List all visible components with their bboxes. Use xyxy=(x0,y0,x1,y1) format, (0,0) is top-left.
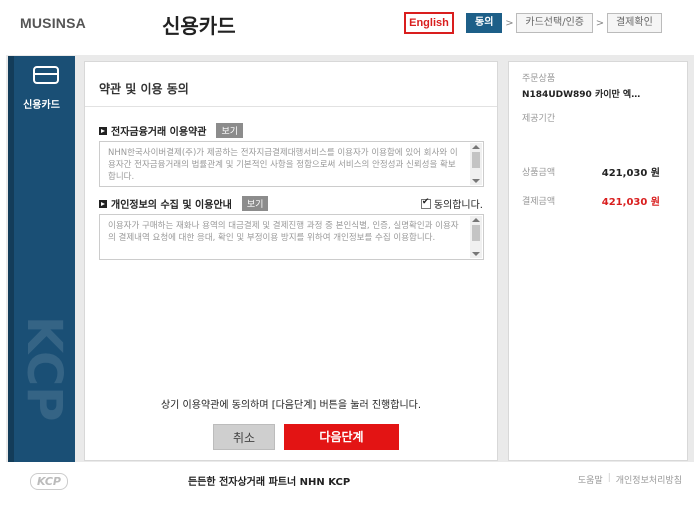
sidebar: 신용카드 KCP xyxy=(8,56,75,462)
scroll-up-icon[interactable] xyxy=(472,145,480,149)
proceed-notice: 상기 이용약관에 동의하며 [다음단계] 버튼을 눌러 진행합니다. xyxy=(160,400,422,411)
view-privacy-button[interactable]: 보기 xyxy=(241,196,269,211)
agree-checkbox[interactable]: 동의합니다. xyxy=(420,196,483,211)
price-value: 421,030 원 xyxy=(601,168,660,179)
view-terms-button[interactable]: 보기 xyxy=(216,123,244,138)
cancel-button[interactable]: 취소 xyxy=(213,424,275,450)
terms-text: NHN한국사이버결제(주)가 제공하는 전자지급결제대행서비스를 이용자가 이용… xyxy=(108,148,458,182)
bullet-icon xyxy=(99,199,107,208)
footer: KCP 든든한 전자상거래 파트너 NHN KCP 도움말 | 개인정보처리방침 xyxy=(0,462,698,506)
scroll-down-icon[interactable] xyxy=(472,179,480,183)
scrollbar[interactable] xyxy=(470,216,482,258)
step-card-select: 카드선택/인증 xyxy=(516,13,593,33)
agree-label: 동의합니다. xyxy=(433,200,483,211)
english-button[interactable]: English xyxy=(404,12,454,34)
section-title: 전자금융거래 이용약관 xyxy=(111,127,207,138)
help-link[interactable]: 도움말 xyxy=(578,473,603,486)
credit-card-icon xyxy=(33,66,59,84)
pay-value: 421,030 원 xyxy=(601,197,660,208)
next-step-button[interactable]: 다음단계 xyxy=(284,424,399,450)
product-name: N184UDW890 카이만 엑… xyxy=(522,90,641,100)
footer-links: 도움말 | 개인정보처리방침 xyxy=(578,473,682,486)
order-label: 주문상품 xyxy=(522,74,556,84)
step-agree: 동의 xyxy=(466,13,503,33)
pay-label: 결제금액 xyxy=(522,197,556,207)
header: MUSINSA 신용카드 English 동의 > 카드선택/인증 > 결제확인 xyxy=(0,0,698,48)
section-title: 개인정보의 수집 및 이용안내 xyxy=(111,200,232,211)
brand-name: MUSINSA xyxy=(20,15,86,31)
section-ecommerce-terms: 전자금융거래 이용약관 보기 xyxy=(99,123,244,138)
terms-title: 약관 및 이용 동의 xyxy=(99,82,189,96)
step-confirm: 결제확인 xyxy=(606,13,662,33)
period-label: 제공기간 xyxy=(522,114,556,124)
divider xyxy=(85,106,497,107)
bullet-icon xyxy=(99,126,107,135)
sidebar-label: 신용카드 xyxy=(23,100,60,111)
page-title: 신용카드 xyxy=(162,14,236,38)
privacy-policy-link[interactable]: 개인정보처리방침 xyxy=(616,473,682,486)
footer-slogan: 든든한 전자상거래 파트너 NHN KCP xyxy=(188,477,351,488)
terms-textbox[interactable]: NHN한국사이버결제(주)가 제공하는 전자지급결제대행서비스를 이용자가 이용… xyxy=(99,141,484,187)
order-summary: 주문상품 N184UDW890 카이만 엑… 제공기간 상품금액 421,030… xyxy=(508,61,688,461)
step-arrow-icon: > xyxy=(505,17,514,29)
link-separator: | xyxy=(607,473,611,483)
step-arrow-icon: > xyxy=(595,17,605,29)
scroll-thumb[interactable] xyxy=(472,152,480,168)
scroll-thumb[interactable] xyxy=(472,225,480,241)
step-indicator: 동의 > 카드선택/인증 > 결제확인 xyxy=(466,13,662,33)
scroll-up-icon[interactable] xyxy=(472,218,480,222)
kcp-logo: KCP xyxy=(30,473,68,490)
privacy-textbox[interactable]: 이용자가 구매하는 재화나 용역의 대금결제 및 결제진행 과정 중 본인식별,… xyxy=(99,214,484,260)
sidebar-stripe xyxy=(8,56,14,462)
kcp-watermark: KCP xyxy=(16,316,72,422)
section-privacy: 개인정보의 수집 및 이용안내 보기 xyxy=(99,196,269,211)
scroll-down-icon[interactable] xyxy=(472,252,480,256)
price-label: 상품금액 xyxy=(522,168,556,178)
terms-panel: 약관 및 이용 동의 전자금융거래 이용약관 보기 NHN한국사이버결제(주)가… xyxy=(84,61,498,461)
checkbox-checked-icon[interactable] xyxy=(420,197,431,209)
scrollbar[interactable] xyxy=(470,143,482,185)
privacy-text: 이용자가 구매하는 재화나 용역의 대금결제 및 결제진행 과정 중 본인식별,… xyxy=(108,221,459,243)
